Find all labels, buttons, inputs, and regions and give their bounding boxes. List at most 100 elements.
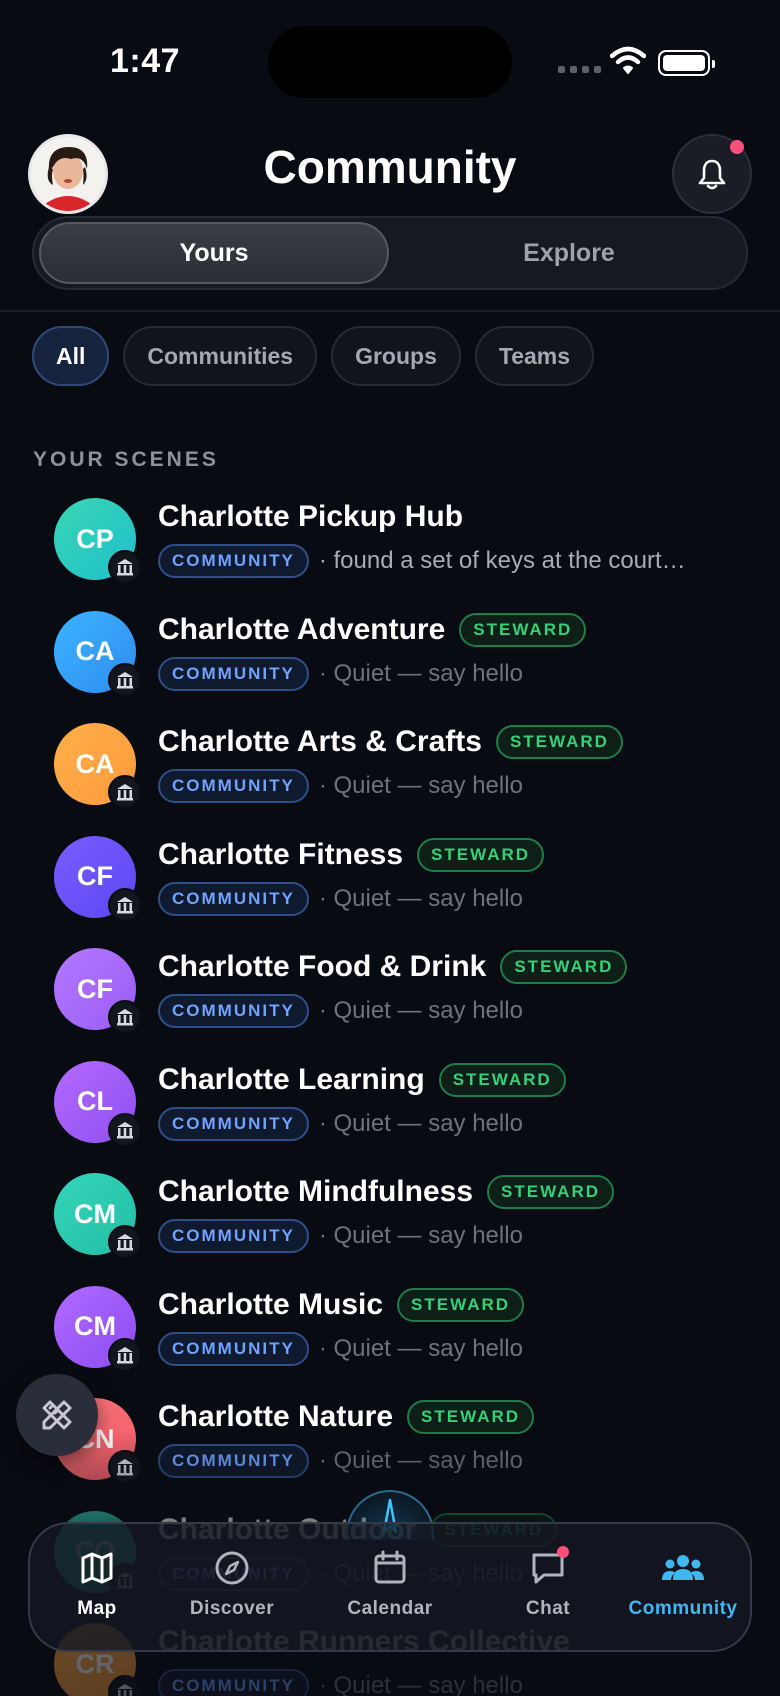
scene-initials: CM xyxy=(74,1198,116,1229)
scene-row[interactable]: CF Charlotte Fitness STEWARD COMMUNITY ·… xyxy=(0,835,780,948)
scene-subtitle: COMMUNITY · Quiet — say hello xyxy=(158,1331,523,1366)
scene-name: Charlotte Music xyxy=(158,1287,384,1321)
scene-name-line: Charlotte Mindfulness STEWARD xyxy=(158,1175,615,1209)
scene-initials: CA xyxy=(75,748,115,779)
scene-last-message: · Quiet — say hello xyxy=(318,997,523,1024)
scene-initials: CM xyxy=(74,1311,116,1341)
tab-calendar[interactable]: Calendar xyxy=(325,1550,455,1620)
scene-subtitle: COMMUNITY · Quiet — say hello xyxy=(158,1106,523,1141)
scene-name: Charlotte Adventure xyxy=(158,612,446,646)
scene-row[interactable]: CM Charlotte Mindfulness STEWARD COMMUNI… xyxy=(0,1173,780,1285)
pencil-ruler-icon xyxy=(42,1400,72,1430)
filter-chips: All Communities Groups Teams xyxy=(32,326,595,386)
segment-yours[interactable]: Yours xyxy=(39,222,389,284)
segment-explore[interactable]: Explore xyxy=(394,222,744,284)
tools-fab[interactable] xyxy=(16,1374,98,1456)
scene-name-line: Charlotte Music STEWARD xyxy=(158,1287,525,1322)
filter-chip-groups[interactable]: Groups xyxy=(331,326,461,386)
scene-row[interactable]: CA Charlotte Adventure STEWARD COMMUNITY… xyxy=(0,610,780,723)
scene-name: Charlotte Fitness xyxy=(158,837,404,871)
steward-badge: STEWARD xyxy=(487,1175,615,1209)
yours-explore-toggle: Yours Explore xyxy=(32,216,748,290)
scene-row[interactable]: CM Charlotte Music STEWARD COMMUNITY · Q… xyxy=(0,1285,780,1398)
scene-name: Charlotte Pickup Hub xyxy=(158,500,464,533)
wifi-icon xyxy=(610,46,646,74)
scene-name-line: Charlotte Arts & Crafts STEWARD xyxy=(158,725,623,759)
scene-name-line: Charlotte Nature STEWARD xyxy=(158,1400,535,1434)
scene-name: Charlotte Nature xyxy=(158,1400,394,1433)
steward-badge: STEWARD xyxy=(397,1287,525,1322)
dynamic-island xyxy=(268,26,512,98)
compass-icon xyxy=(215,1551,249,1585)
scene-subtitle: COMMUNITY · found a set of keys at the c… xyxy=(158,544,686,578)
scene-last-message: · Quiet — say hello xyxy=(318,772,523,799)
tab-chat-label: Chat xyxy=(525,1598,571,1619)
page-title: Community xyxy=(263,141,517,193)
steward-badge: STEWARD xyxy=(417,837,545,872)
steward-badge: STEWARD xyxy=(495,725,623,759)
section-title: YOUR SCENES xyxy=(33,448,219,471)
cellular-signal-icon xyxy=(558,66,601,73)
scene-name: Charlotte Mindfulness xyxy=(158,1175,474,1208)
scene-type-pill: COMMUNITY xyxy=(158,1219,309,1253)
tab-chat[interactable]: Chat xyxy=(483,1546,613,1620)
scene-initials: CF xyxy=(77,861,113,891)
tab-community[interactable]: Community xyxy=(618,1550,748,1620)
scene-type-pill: COMMUNITY xyxy=(158,1331,309,1366)
scene-last-message: · Quiet — say hello xyxy=(318,1222,523,1249)
community-building-icon xyxy=(108,775,142,809)
steward-badge: STEWARD xyxy=(438,1062,566,1097)
community-building-icon xyxy=(108,1000,142,1034)
tab-discover[interactable]: Discover xyxy=(167,1550,297,1620)
scene-name: Charlotte Arts & Crafts xyxy=(158,725,482,758)
filter-chip-teams[interactable]: Teams xyxy=(474,326,595,386)
scene-subtitle: COMMUNITY · Quiet — say hello xyxy=(158,656,523,691)
scene-row[interactable]: CL Charlotte Learning STEWARD COMMUNITY … xyxy=(0,1060,780,1173)
community-building-icon xyxy=(108,662,142,697)
map-icon xyxy=(81,1552,113,1584)
scene-last-message: · Quiet — say hello xyxy=(318,884,523,912)
scene-type-pill: COMMUNITY xyxy=(158,881,309,916)
status-bar: 1:47 xyxy=(0,0,780,120)
chat-unread-dot xyxy=(557,1546,569,1558)
scene-type-pill: COMMUNITY xyxy=(158,1106,309,1141)
scene-row[interactable]: CP Charlotte Pickup Hub COMMUNITY · foun… xyxy=(0,498,780,610)
tab-discover-label: Discover xyxy=(189,1598,275,1619)
people-group-icon xyxy=(662,1555,704,1580)
scene-row[interactable]: CA Charlotte Arts & Crafts STEWARD COMMU… xyxy=(0,723,780,835)
scene-name: Charlotte Learning xyxy=(158,1062,425,1096)
scene-type-pill: COMMUNITY xyxy=(158,544,309,578)
steward-badge: STEWARD xyxy=(500,950,628,984)
steward-badge: STEWARD xyxy=(407,1400,535,1434)
scene-initials: CF xyxy=(77,973,113,1004)
community-building-icon xyxy=(108,1225,142,1259)
scene-name-line: Charlotte Food & Drink STEWARD xyxy=(158,950,628,984)
community-building-icon xyxy=(108,1337,142,1372)
scene-initials: CL xyxy=(77,1086,113,1116)
scene-type-pill: COMMUNITY xyxy=(158,769,309,803)
scene-name-line: Charlotte Pickup Hub xyxy=(158,500,463,534)
status-time: 1:47 xyxy=(110,42,181,80)
scene-last-message: · Quiet — say hello xyxy=(318,659,523,687)
scene-row[interactable]: CF Charlotte Food & Drink STEWARD COMMUN… xyxy=(0,948,780,1060)
notification-dot xyxy=(730,140,744,154)
scene-last-message: · found a set of keys at the court… xyxy=(318,547,686,574)
community-building-icon xyxy=(108,1112,142,1147)
tab-community-label: Community xyxy=(628,1598,738,1619)
scene-type-pill: COMMUNITY xyxy=(158,656,309,691)
notifications-button[interactable] xyxy=(672,134,752,214)
scene-type-pill: COMMUNITY xyxy=(158,994,309,1028)
filter-chip-all[interactable]: All xyxy=(32,326,110,386)
filter-chip-communities[interactable]: Communities xyxy=(123,326,318,386)
community-building-icon xyxy=(108,550,142,584)
scene-subtitle: COMMUNITY · Quiet — say hello xyxy=(158,994,523,1028)
scene-subtitle: COMMUNITY · Quiet — say hello xyxy=(158,881,523,916)
battery-icon xyxy=(658,50,715,76)
scene-name-line: Charlotte Adventure STEWARD xyxy=(158,612,587,647)
tab-map[interactable]: Map xyxy=(32,1550,162,1620)
scene-initials: CA xyxy=(75,636,115,666)
community-building-icon xyxy=(108,887,142,922)
scene-last-message: · Quiet — say hello xyxy=(318,1109,523,1137)
scene-last-message: · Quiet — say hello xyxy=(318,1334,523,1362)
scene-name: Charlotte Food & Drink xyxy=(158,950,487,983)
